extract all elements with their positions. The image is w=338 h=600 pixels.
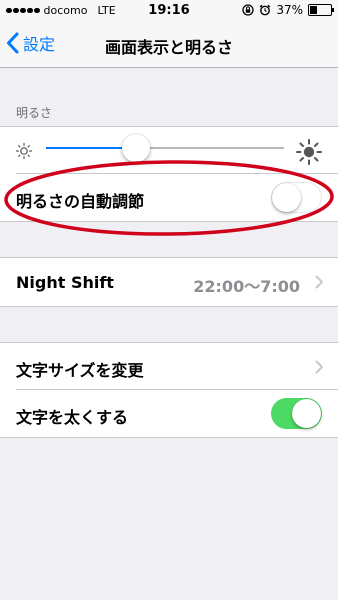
page-title: 画面表示と明るさ — [104, 38, 233, 57]
sun-small-icon — [15, 142, 33, 160]
toggle-knob — [292, 399, 321, 428]
text-settings-group: 文字サイズを変更 文字を太くする — [0, 342, 338, 438]
status-right: 37% — [242, 3, 334, 17]
text-size-label: 文字サイズを変更 — [16, 361, 144, 380]
chevron-right-icon — [315, 360, 323, 374]
status-bar: docomo LTE 19:16 37% — [0, 0, 338, 22]
chevron-right-icon — [315, 275, 323, 289]
bold-text-label: 文字を太くする — [16, 408, 129, 427]
night-shift-label: Night Shift — [16, 273, 114, 292]
night-shift-row[interactable]: Night Shift 22:00〜7:00 — [0, 257, 338, 307]
brightness-slider-thumb[interactable] — [122, 134, 151, 162]
battery-icon — [308, 4, 334, 16]
auto-brightness-toggle[interactable] — [271, 182, 322, 213]
rotation-lock-icon — [242, 4, 254, 16]
auto-brightness-label: 明るさの自動調節 — [16, 192, 145, 211]
brightness-slider-row — [0, 127, 338, 174]
text-size-row[interactable]: 文字サイズを変更 — [0, 343, 338, 390]
night-shift-schedule: 22:00〜7:00 — [193, 277, 300, 296]
toggle-knob — [272, 183, 301, 212]
auto-brightness-row: 明るさの自動調節 — [0, 174, 338, 221]
bold-text-toggle[interactable] — [271, 398, 322, 429]
alarm-icon — [260, 4, 271, 16]
battery-percent: 37% — [276, 3, 303, 17]
navigation-bar: 設定 画面表示と明るさ — [0, 22, 338, 68]
bold-text-row: 文字を太くする — [0, 390, 338, 437]
sun-large-icon — [296, 139, 322, 165]
brightness-slider[interactable] — [46, 134, 284, 162]
brightness-group: 明るさの自動調節 — [0, 126, 338, 222]
brightness-section-header: 明るさ — [16, 106, 53, 120]
